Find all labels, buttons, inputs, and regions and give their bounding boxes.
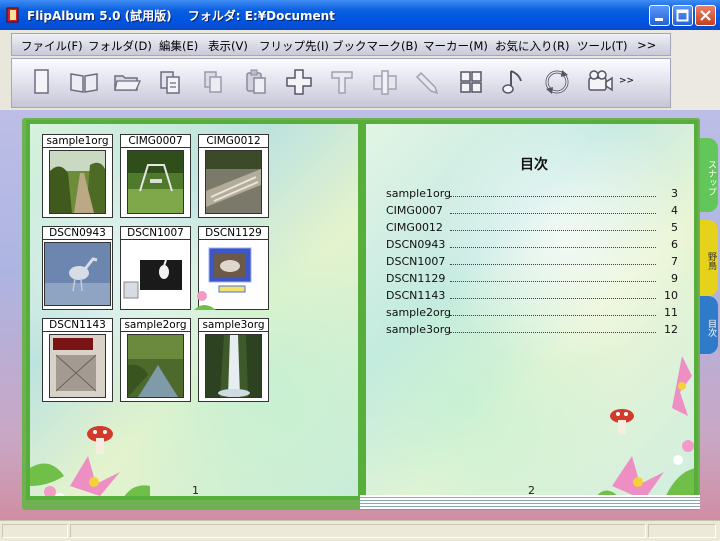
toc-entry[interactable]: CIMG0012 5 bbox=[386, 221, 678, 237]
toc-entry[interactable]: sample3org 12 bbox=[386, 323, 678, 339]
thumbnail-caption: DSCN1129 bbox=[199, 227, 268, 240]
copy-page-icon[interactable] bbox=[155, 67, 185, 97]
toolbar-more-button[interactable]: >> bbox=[619, 76, 634, 86]
thumbnail-cimg0007[interactable]: CIMG0007 bbox=[120, 134, 191, 218]
thumbnail-caption: sample1org bbox=[43, 135, 112, 148]
toolbar: >> bbox=[11, 58, 671, 108]
heron-photo bbox=[44, 242, 111, 306]
menu-view[interactable]: 表示(V) bbox=[208, 38, 248, 54]
add-icon[interactable] bbox=[284, 67, 314, 97]
status-pane bbox=[70, 524, 646, 538]
open-book-icon[interactable] bbox=[69, 67, 99, 97]
thumbnail-dscn0943[interactable]: DSCN0943 bbox=[42, 226, 113, 310]
thumbnail-sample3org[interactable]: sample3org bbox=[198, 318, 269, 402]
toc-entry[interactable]: sample2org 11 bbox=[386, 306, 678, 322]
toc-entry[interactable]: DSCN1007 7 bbox=[386, 255, 678, 271]
thumbnail-caption: CIMG0012 bbox=[199, 135, 268, 148]
swing-photo bbox=[127, 150, 184, 214]
thumbnail-caption: DSCN0943 bbox=[43, 227, 112, 240]
music-icon[interactable] bbox=[499, 67, 529, 97]
folder-open-icon[interactable] bbox=[112, 67, 142, 97]
thumbnail-caption: CIMG0007 bbox=[121, 135, 190, 148]
thumbnail-caption: DSCN1143 bbox=[43, 319, 112, 332]
menu-edit[interactable]: 編集(E) bbox=[159, 38, 198, 54]
park-path-photo bbox=[49, 150, 106, 214]
thumbnail-caption: sample2org bbox=[121, 319, 190, 332]
menu-bookmark[interactable]: ブックマーク(B) bbox=[332, 38, 418, 54]
bench-photo bbox=[205, 150, 262, 214]
small-flower-icon bbox=[194, 291, 216, 310]
minimize-button[interactable] bbox=[649, 5, 670, 26]
flower-decoration-icon bbox=[30, 426, 150, 496]
menu-file[interactable]: ファイル(F) bbox=[21, 38, 83, 54]
thumbnail-cimg0012[interactable]: CIMG0012 bbox=[198, 134, 269, 218]
tab-snap[interactable]: スナップ bbox=[700, 138, 718, 212]
left-page[interactable]: sample1org CIMG0007 CIMG0012 DSCN0943 DS… bbox=[26, 120, 362, 500]
flipalbum-app-icon[interactable] bbox=[5, 7, 21, 23]
paste-icon[interactable] bbox=[241, 67, 271, 97]
menu-favorites[interactable]: お気に入り(R) bbox=[495, 38, 569, 54]
toc-entry[interactable]: DSCN0943 6 bbox=[386, 238, 678, 254]
egret-photo bbox=[122, 242, 189, 306]
title-bar: FlipAlbum 5.0 (試用版) フォルダ: E:¥Document bbox=[0, 0, 720, 30]
page-stack-edge bbox=[360, 495, 700, 509]
close-icon bbox=[700, 10, 711, 21]
rotate-icon[interactable] bbox=[542, 67, 572, 97]
flower-decoration-icon bbox=[596, 356, 694, 496]
right-page[interactable]: 目次 sample1org 3 CIMG0007 4 CIMG0012 5 DSCN0… bbox=[362, 120, 698, 500]
toolbar-empty-area bbox=[672, 30, 720, 110]
menu-marker[interactable]: マーカー(M) bbox=[423, 38, 488, 54]
maximize-icon bbox=[676, 9, 689, 22]
thumbnail-caption: sample3org bbox=[199, 319, 268, 332]
frame-icon[interactable] bbox=[370, 67, 400, 97]
text-icon[interactable] bbox=[327, 67, 357, 97]
status-bar bbox=[0, 520, 720, 541]
toc-title: 目次 bbox=[520, 157, 548, 173]
tab-contents[interactable]: 目次 bbox=[700, 296, 718, 354]
menu-more[interactable]: >> bbox=[637, 38, 656, 52]
window-title: FlipAlbum 5.0 (試用版) フォルダ: E:¥Document bbox=[27, 9, 335, 23]
thumbnail-caption: DSCN1007 bbox=[121, 227, 190, 240]
pen-icon[interactable] bbox=[413, 67, 443, 97]
toc-entry[interactable]: sample1org 3 bbox=[386, 187, 678, 203]
video-camera-icon[interactable] bbox=[585, 67, 615, 97]
page-icon[interactable] bbox=[26, 67, 56, 97]
left-page-number: 1 bbox=[192, 484, 199, 497]
copy-icon[interactable] bbox=[198, 67, 228, 97]
grid-icon[interactable] bbox=[456, 67, 486, 97]
menu-tools[interactable]: ツール(T) bbox=[577, 38, 628, 54]
toc-entry[interactable]: DSCN1129 9 bbox=[386, 272, 678, 288]
close-button[interactable] bbox=[695, 5, 716, 26]
thumbnail-dscn1007[interactable]: DSCN1007 bbox=[120, 226, 191, 310]
toc-entry[interactable]: DSCN1143 10 bbox=[386, 289, 678, 305]
minimize-icon bbox=[655, 18, 663, 21]
menu-flip-to[interactable]: フリップ先(I) bbox=[259, 38, 329, 54]
waterfall-photo bbox=[205, 334, 262, 398]
toc-entry[interactable]: CIMG0007 4 bbox=[386, 204, 678, 220]
menu-folder[interactable]: フォルダ(D) bbox=[88, 38, 152, 54]
thumbnail-sample1org[interactable]: sample1org bbox=[42, 134, 113, 218]
status-pane bbox=[2, 524, 68, 538]
maximize-button[interactable] bbox=[672, 5, 693, 26]
tab-wild-birds[interactable]: 野鳥 bbox=[700, 220, 718, 296]
status-pane bbox=[648, 524, 716, 538]
menu-bar: ファイル(F) フォルダ(D) 編集(E) 表示(V) フリップ先(I) ブック… bbox=[11, 33, 671, 56]
